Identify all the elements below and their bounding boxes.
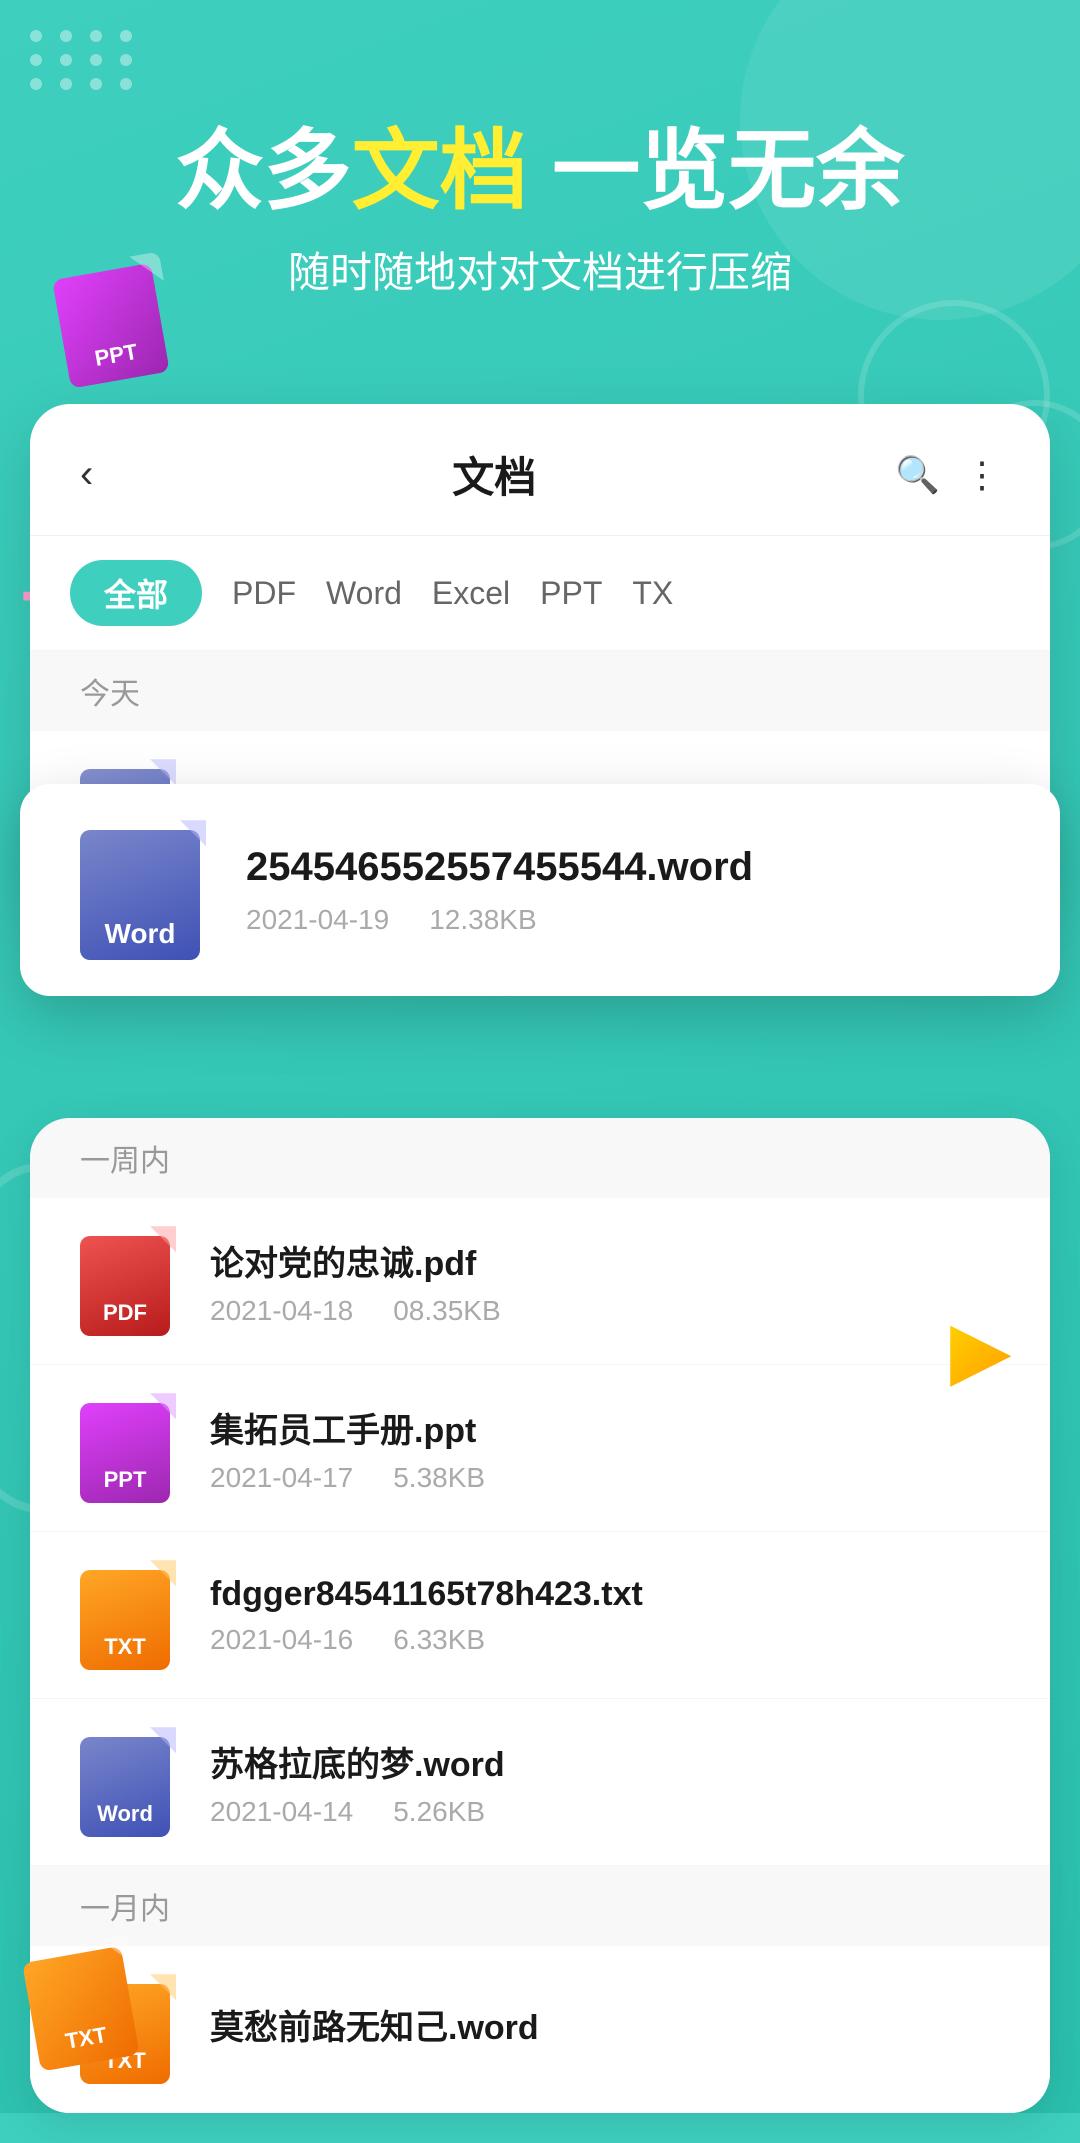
file-item-word3[interactable]: TXT 莫愁前路无知己.word: [30, 1946, 1050, 2113]
file-item-txt[interactable]: TXT fdgger84541165t78h423.txt 2021-04-16…: [30, 1532, 1050, 1699]
section-month-header: 一月内: [30, 1866, 1050, 1946]
search-icon[interactable]: 🔍: [895, 454, 940, 496]
pdf-icon-body: PDF: [80, 1236, 170, 1336]
txt-file-meta: 2021-04-16 6.33KB: [210, 1624, 1000, 1656]
txt-file-decoration: TXT: [20, 1935, 149, 2072]
word2-file-info: 苏格拉底的梦.word 2021-04-14 5.26KB: [210, 1737, 1000, 1828]
word2-file-name: 苏格拉底的梦.word: [210, 1737, 1000, 1786]
txt-deco-label: TXT: [22, 1946, 140, 2072]
pdf-file-icon: PDF: [80, 1226, 180, 1336]
word2-file-icon: Word: [80, 1727, 180, 1837]
word2-date: 2021-04-14: [210, 1796, 353, 1828]
section-week-header: 一周内: [30, 1118, 1050, 1198]
ppt-size: 5.38KB: [393, 1462, 485, 1494]
word2-icon-body: Word: [80, 1737, 170, 1837]
hero-subtitle: 随时随地对对文档进行压缩: [60, 241, 1020, 304]
filter-tabs: 全部 PDF Word Excel PPT TX: [30, 536, 1050, 651]
file-item-pdf[interactable]: PDF 论对党的忠诚.pdf 2021-04-18 08.35KB: [30, 1198, 1050, 1365]
ppt-deco-label: PPT: [52, 263, 170, 389]
file-item-word2[interactable]: Word 苏格拉底的梦.word 2021-04-14 5.26KB: [30, 1699, 1050, 1866]
filter-tab-ppt[interactable]: PPT: [540, 569, 602, 618]
ppt-icon-body: PPT: [80, 1403, 170, 1503]
highlighted-file-name: 254546552557455544.word: [246, 845, 1000, 890]
filter-tab-excel[interactable]: Excel: [432, 569, 510, 618]
section-today-header: 今天: [30, 651, 1050, 731]
pdf-file-name: 论对党的忠诚.pdf: [210, 1236, 1000, 1285]
more-icon[interactable]: ⋮: [964, 454, 1000, 496]
highlighted-icon-body: Word: [80, 830, 200, 960]
file-item-ppt[interactable]: PPT 集拓员工手册.ppt 2021-04-17 5.38KB: [30, 1365, 1050, 1532]
hero-title-highlight: 文档: [352, 121, 528, 220]
highlighted-file-card[interactable]: Word 254546552557455544.word 2021-04-19 …: [20, 784, 1060, 996]
word3-file-name: 莫愁前路无知己.word: [210, 2000, 1000, 2049]
hero-title-part1: 众多: [176, 121, 352, 220]
panel-header: ‹ 文档 🔍 ⋮: [30, 404, 1050, 536]
highlighted-file-meta: 2021-04-19 12.38KB: [246, 904, 1000, 936]
ppt-file-decoration: PPT: [50, 251, 179, 388]
filter-tab-pdf[interactable]: PDF: [232, 569, 296, 618]
txt-size: 6.33KB: [393, 1624, 485, 1656]
pdf-file-info: 论对党的忠诚.pdf 2021-04-18 08.35KB: [210, 1236, 1000, 1327]
pdf-size: 08.35KB: [393, 1295, 500, 1327]
word2-size: 5.26KB: [393, 1796, 485, 1828]
ppt-date: 2021-04-17: [210, 1462, 353, 1494]
word2-file-meta: 2021-04-14 5.26KB: [210, 1796, 1000, 1828]
filter-tab-all[interactable]: 全部: [70, 560, 202, 626]
ppt-file-icon: PPT: [80, 1393, 180, 1503]
file-list-panel: 一周内 PDF 论对党的忠诚.pdf 2021-04-18 08.35KB PP…: [30, 1118, 1050, 2113]
word3-file-info: 莫愁前路无知己.word: [210, 2000, 1000, 2059]
txt-file-info: fdgger84541165t78h423.txt 2021-04-16 6.3…: [210, 1575, 1000, 1656]
back-button[interactable]: ‹: [80, 452, 93, 497]
play-decoration: [950, 1303, 1050, 1413]
hero-title-part2: 一览无余: [528, 121, 904, 220]
document-panel: ‹ 文档 🔍 ⋮ 全部 PDF Word Excel PPT TX 今天: [30, 404, 1050, 898]
txt-file-icon: TXT: [80, 1560, 180, 1670]
highlighted-file-size: 12.38KB: [429, 904, 536, 936]
hero-title: 众多文档 一览无余: [60, 120, 1020, 221]
ppt-file-name: 集拓员工手册.ppt: [210, 1403, 1000, 1452]
highlighted-word-icon: Word: [80, 820, 210, 960]
txt-file-name: fdgger84541165t78h423.txt: [210, 1575, 1000, 1614]
pdf-date: 2021-04-18: [210, 1295, 353, 1327]
txt-icon-body: TXT: [80, 1570, 170, 1670]
txt-date: 2021-04-16: [210, 1624, 353, 1656]
ppt-file-meta: 2021-04-17 5.38KB: [210, 1462, 1000, 1494]
panel-title: 文档: [452, 444, 536, 505]
filter-tab-tx[interactable]: TX: [632, 569, 673, 618]
filter-tab-word[interactable]: Word: [326, 569, 402, 618]
panel-header-icons: 🔍 ⋮: [895, 454, 1000, 496]
highlighted-file-date: 2021-04-19: [246, 904, 389, 936]
pdf-file-meta: 2021-04-18 08.35KB: [210, 1295, 1000, 1327]
highlighted-file-info: 254546552557455544.word 2021-04-19 12.38…: [246, 845, 1000, 936]
ppt-file-info: 集拓员工手册.ppt 2021-04-17 5.38KB: [210, 1403, 1000, 1494]
